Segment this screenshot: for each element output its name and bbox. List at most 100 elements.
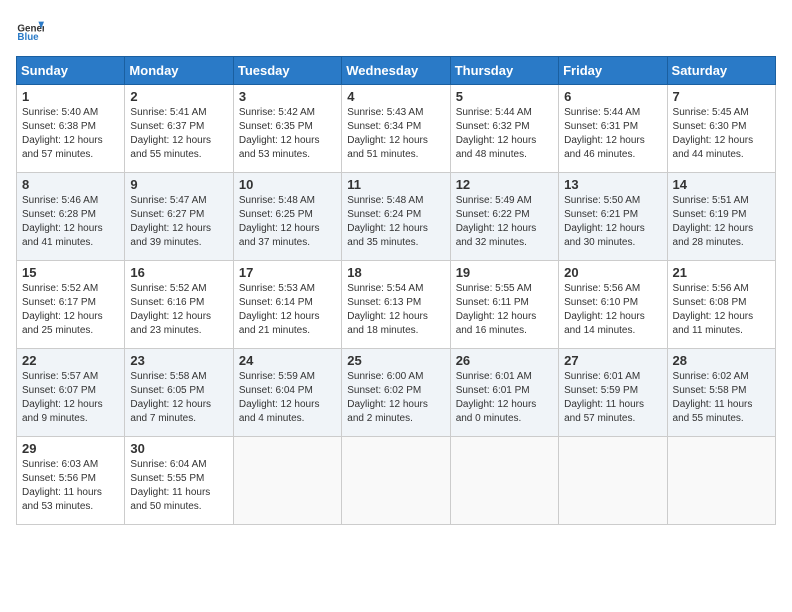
day-number: 19: [456, 265, 553, 280]
day-info: Sunrise: 5:41 AMSunset: 6:37 PMDaylight:…: [130, 107, 211, 160]
calendar-cell: 6 Sunrise: 5:44 AMSunset: 6:31 PMDaylight…: [559, 85, 667, 173]
page-header: General Blue: [16, 16, 776, 44]
weekday-header-sunday: Sunday: [17, 57, 125, 85]
day-number: 8: [22, 177, 119, 192]
calendar-cell: 1Sunrise: 5:40 AMSunset: 6:38 PMDaylight…: [17, 85, 125, 173]
day-number: 29: [22, 441, 119, 456]
calendar-cell: 7 Sunrise: 5:45 AMSunset: 6:30 PMDaylight…: [667, 85, 775, 173]
day-info: Sunrise: 5:42 AMSunset: 6:35 PMDaylight:…: [239, 107, 320, 160]
day-info: Sunrise: 5:52 AMSunset: 6:17 PMDaylight:…: [22, 283, 103, 336]
calendar-cell: 5Sunrise: 5:44 AMSunset: 6:32 PMDaylight…: [450, 85, 558, 173]
calendar-cell: 21 Sunrise: 5:56 AMSunset: 6:08 PMDayligh…: [667, 261, 775, 349]
day-number: 16: [130, 265, 227, 280]
day-number: 14: [673, 177, 770, 192]
day-number: 22: [22, 353, 119, 368]
day-info: Sunrise: 5:44 AMSunset: 6:31 PMDaylight:…: [564, 107, 645, 160]
day-number: 27: [564, 353, 661, 368]
day-info: Sunrise: 5:56 AMSunset: 6:08 PMDaylight:…: [673, 283, 754, 336]
calendar-week-row: 15 Sunrise: 5:52 AMSunset: 6:17 PMDayligh…: [17, 261, 776, 349]
calendar-cell: 17 Sunrise: 5:53 AMSunset: 6:14 PMDayligh…: [233, 261, 341, 349]
day-info: Sunrise: 5:53 AMSunset: 6:14 PMDaylight:…: [239, 283, 320, 336]
day-info: Sunrise: 5:45 AMSunset: 6:30 PMDaylight:…: [673, 107, 754, 160]
day-number: 11: [347, 177, 444, 192]
calendar-cell: [559, 437, 667, 525]
day-number: 7: [673, 89, 770, 104]
day-info: Sunrise: 5:48 AMSunset: 6:25 PMDaylight:…: [239, 195, 320, 248]
calendar-cell: [667, 437, 775, 525]
day-info: Sunrise: 5:57 AMSunset: 6:07 PMDaylight:…: [22, 371, 103, 424]
day-number: 2: [130, 89, 227, 104]
day-info: Sunrise: 5:56 AMSunset: 6:10 PMDaylight:…: [564, 283, 645, 336]
day-number: 3: [239, 89, 336, 104]
day-number: 13: [564, 177, 661, 192]
day-info: Sunrise: 5:55 AMSunset: 6:11 PMDaylight:…: [456, 283, 537, 336]
calendar-cell: 19 Sunrise: 5:55 AMSunset: 6:11 PMDayligh…: [450, 261, 558, 349]
day-number: 28: [673, 353, 770, 368]
day-number: 26: [456, 353, 553, 368]
calendar-cell: 14 Sunrise: 5:51 AMSunset: 6:19 PMDayligh…: [667, 173, 775, 261]
weekday-header-row: SundayMondayTuesdayWednesdayThursdayFrid…: [17, 57, 776, 85]
day-info: Sunrise: 6:00 AMSunset: 6:02 PMDaylight:…: [347, 371, 428, 424]
day-number: 25: [347, 353, 444, 368]
weekday-header-saturday: Saturday: [667, 57, 775, 85]
day-info: Sunrise: 5:59 AMSunset: 6:04 PMDaylight:…: [239, 371, 320, 424]
calendar-week-row: 1Sunrise: 5:40 AMSunset: 6:38 PMDaylight…: [17, 85, 776, 173]
day-info: Sunrise: 6:03 AMSunset: 5:56 PMDaylight:…: [22, 459, 102, 512]
calendar-cell: 3 Sunrise: 5:42 AMSunset: 6:35 PMDaylight…: [233, 85, 341, 173]
day-number: 20: [564, 265, 661, 280]
day-number: 17: [239, 265, 336, 280]
calendar-cell: 30Sunrise: 6:04 AMSunset: 5:55 PMDayligh…: [125, 437, 233, 525]
weekday-header-tuesday: Tuesday: [233, 57, 341, 85]
calendar-cell: 22 Sunrise: 5:57 AMSunset: 6:07 PMDayligh…: [17, 349, 125, 437]
calendar-cell: 18 Sunrise: 5:54 AMSunset: 6:13 PMDayligh…: [342, 261, 450, 349]
day-info: Sunrise: 5:58 AMSunset: 6:05 PMDaylight:…: [130, 371, 211, 424]
weekday-header-wednesday: Wednesday: [342, 57, 450, 85]
logo-icon: General Blue: [16, 16, 44, 44]
day-number: 24: [239, 353, 336, 368]
day-info: Sunrise: 6:01 AMSunset: 6:01 PMDaylight:…: [456, 371, 537, 424]
calendar-cell: 12Sunrise: 5:49 AMSunset: 6:22 PMDayligh…: [450, 173, 558, 261]
day-info: Sunrise: 6:01 AMSunset: 5:59 PMDaylight:…: [564, 371, 644, 424]
calendar-cell: 26 Sunrise: 6:01 AMSunset: 6:01 PMDayligh…: [450, 349, 558, 437]
day-info: Sunrise: 5:46 AMSunset: 6:28 PMDaylight:…: [22, 195, 103, 248]
calendar-cell: 4 Sunrise: 5:43 AMSunset: 6:34 PMDaylight…: [342, 85, 450, 173]
calendar-week-row: 8 Sunrise: 5:46 AMSunset: 6:28 PMDaylight…: [17, 173, 776, 261]
day-info: Sunrise: 5:54 AMSunset: 6:13 PMDaylight:…: [347, 283, 428, 336]
calendar-cell: 2 Sunrise: 5:41 AMSunset: 6:37 PMDaylight…: [125, 85, 233, 173]
day-number: 21: [673, 265, 770, 280]
day-number: 6: [564, 89, 661, 104]
calendar-cell: 15 Sunrise: 5:52 AMSunset: 6:17 PMDayligh…: [17, 261, 125, 349]
calendar-week-row: 22 Sunrise: 5:57 AMSunset: 6:07 PMDayligh…: [17, 349, 776, 437]
day-number: 23: [130, 353, 227, 368]
day-info: Sunrise: 6:04 AMSunset: 5:55 PMDaylight:…: [130, 459, 210, 512]
calendar-cell: 16 Sunrise: 5:52 AMSunset: 6:16 PMDayligh…: [125, 261, 233, 349]
calendar-cell: 13 Sunrise: 5:50 AMSunset: 6:21 PMDayligh…: [559, 173, 667, 261]
calendar-cell: 23 Sunrise: 5:58 AMSunset: 6:05 PMDayligh…: [125, 349, 233, 437]
calendar-cell: 28 Sunrise: 6:02 AMSunset: 5:58 PMDayligh…: [667, 349, 775, 437]
day-number: 4: [347, 89, 444, 104]
calendar-cell: 29 Sunrise: 6:03 AMSunset: 5:56 PMDayligh…: [17, 437, 125, 525]
day-info: Sunrise: 5:48 AMSunset: 6:24 PMDaylight:…: [347, 195, 428, 248]
day-info: Sunrise: 5:52 AMSunset: 6:16 PMDaylight:…: [130, 283, 211, 336]
day-number: 18: [347, 265, 444, 280]
day-number: 15: [22, 265, 119, 280]
calendar-cell: 8 Sunrise: 5:46 AMSunset: 6:28 PMDaylight…: [17, 173, 125, 261]
day-info: Sunrise: 6:02 AMSunset: 5:58 PMDaylight:…: [673, 371, 753, 424]
calendar-table: SundayMondayTuesdayWednesdayThursdayFrid…: [16, 56, 776, 525]
day-number: 9: [130, 177, 227, 192]
logo: General Blue: [16, 16, 44, 44]
calendar-cell: [450, 437, 558, 525]
day-number: 10: [239, 177, 336, 192]
calendar-cell: [233, 437, 341, 525]
svg-text:Blue: Blue: [17, 32, 39, 43]
calendar-week-row: 29 Sunrise: 6:03 AMSunset: 5:56 PMDayligh…: [17, 437, 776, 525]
calendar-cell: 25 Sunrise: 6:00 AMSunset: 6:02 PMDayligh…: [342, 349, 450, 437]
day-info: Sunrise: 5:44 AMSunset: 6:32 PMDaylight:…: [456, 107, 537, 160]
calendar-cell: 24 Sunrise: 5:59 AMSunset: 6:04 PMDayligh…: [233, 349, 341, 437]
calendar-cell: 20 Sunrise: 5:56 AMSunset: 6:10 PMDayligh…: [559, 261, 667, 349]
day-info: Sunrise: 5:50 AMSunset: 6:21 PMDaylight:…: [564, 195, 645, 248]
day-number: 1: [22, 89, 119, 104]
calendar-cell: 9Sunrise: 5:47 AMSunset: 6:27 PMDaylight…: [125, 173, 233, 261]
day-info: Sunrise: 5:43 AMSunset: 6:34 PMDaylight:…: [347, 107, 428, 160]
day-info: Sunrise: 5:51 AMSunset: 6:19 PMDaylight:…: [673, 195, 754, 248]
